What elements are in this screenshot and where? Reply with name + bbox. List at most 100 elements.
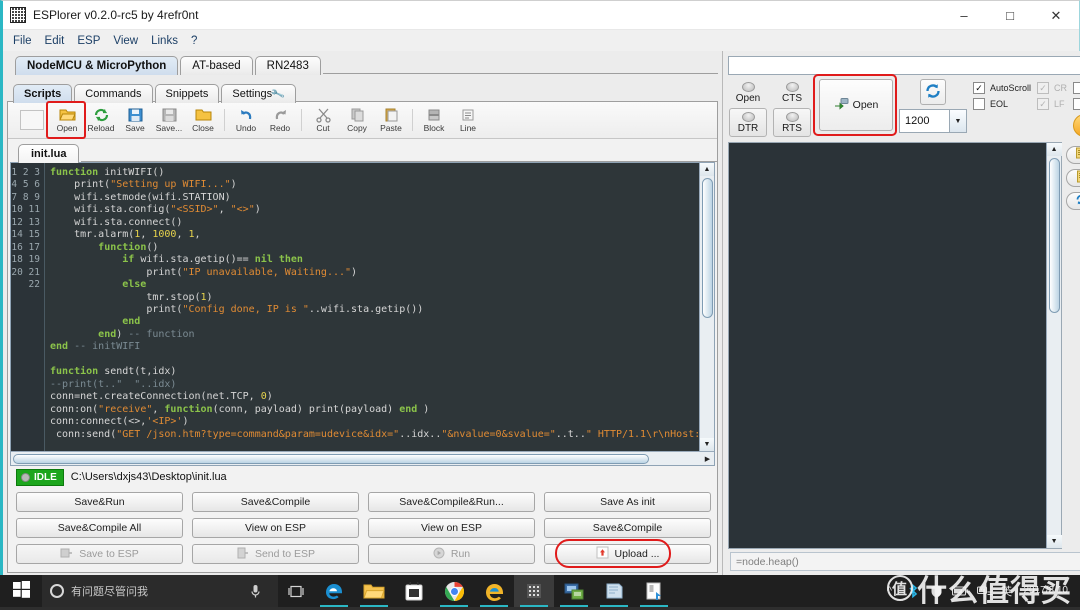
- toolbar-copy[interactable]: Copy: [340, 103, 374, 138]
- toolbar-reload[interactable]: Reload: [84, 103, 118, 138]
- tab-scripts[interactable]: Scripts: [13, 84, 72, 103]
- menu-file[interactable]: File: [13, 35, 32, 47]
- toolbar-cut[interactable]: Cut: [306, 103, 340, 138]
- serial-port-select[interactable]: ▼: [728, 56, 1080, 75]
- microphone-icon[interactable]: [240, 575, 270, 607]
- menu-view[interactable]: View: [113, 35, 138, 47]
- format-button[interactable]: Format: [1066, 146, 1080, 164]
- taskbar-app-notepad[interactable]: [594, 575, 634, 607]
- fs-info-button[interactable]: FS Info: [1066, 169, 1080, 187]
- terminal-scroll-up-arrow[interactable]: ▲: [1047, 143, 1062, 156]
- terminal-scroll-down-arrow[interactable]: ▼: [1047, 535, 1062, 548]
- minimize-button[interactable]: –: [941, 1, 987, 30]
- window-title: ESPlorer v0.2.0-rc5 by 4refr0nt: [33, 8, 198, 22]
- autoscroll-checkbox[interactable]: ✓: [973, 82, 985, 94]
- toolbar-save-as[interactable]: Save...: [152, 103, 186, 138]
- scroll-up-arrow[interactable]: ▲: [700, 163, 715, 176]
- taskbar-app-esplorer[interactable]: [514, 575, 554, 607]
- hide-editor-checkbox-row[interactable]: Hide Editor: [1073, 82, 1080, 94]
- donate-button[interactable]: Donate: [1073, 114, 1080, 137]
- terminal-scroll-thumb[interactable]: [1049, 158, 1060, 313]
- close-button[interactable]: ✕: [1033, 1, 1079, 30]
- run-button[interactable]: Run: [368, 544, 535, 564]
- scroll-right-arrow[interactable]: ▶: [701, 452, 714, 466]
- taskbar-app-ie[interactable]: [474, 575, 514, 607]
- horizontal-scroll-thumb[interactable]: [13, 454, 649, 464]
- taskbar-app-chrome[interactable]: [434, 575, 474, 607]
- eol-checkbox-row[interactable]: EOL: [973, 98, 1031, 110]
- tab-rn2483[interactable]: RN2483: [255, 56, 321, 75]
- save-and-compile-button[interactable]: Save&Compile: [192, 492, 359, 512]
- tab-commands[interactable]: Commands: [74, 84, 152, 103]
- terminal-panel[interactable]: ▲ ▼: [728, 142, 1062, 549]
- bluetooth-icon[interactable]: [902, 575, 924, 607]
- baud-rate-select[interactable]: 1200 ▼: [899, 109, 967, 133]
- run-label: Run: [451, 548, 470, 560]
- rts-button[interactable]: RTS: [773, 108, 811, 137]
- esplorer-window: ESPlorer v0.2.0-rc5 by 4refr0nt – □ ✕ Fi…: [0, 0, 1080, 575]
- ime-indicator[interactable]: 英: [998, 575, 1016, 607]
- editor-horizontal-scrollbar[interactable]: ▶: [11, 451, 714, 465]
- chevron-up-icon[interactable]: ^: [880, 575, 900, 607]
- toolbar-undo[interactable]: Undo: [229, 103, 263, 138]
- terminal-vertical-scrollbar[interactable]: ▲ ▼: [1046, 143, 1061, 548]
- hide-editor-checkbox[interactable]: [1073, 82, 1080, 94]
- command-input[interactable]: =node.heap() ▼: [730, 552, 1080, 571]
- file-tab-init-lua[interactable]: init.lua: [18, 144, 79, 163]
- reload-fs-button[interactable]: Reload: [1066, 192, 1080, 210]
- tab-at-based[interactable]: AT-based: [180, 56, 252, 75]
- taskbar-app-archive[interactable]: [634, 575, 674, 607]
- battery-icon[interactable]: [950, 575, 972, 607]
- open-port-button[interactable]: Open: [819, 79, 893, 131]
- editor-vertical-scrollbar[interactable]: ▲ ▼: [699, 163, 714, 451]
- save-compile-all-button[interactable]: Save&Compile All: [16, 518, 183, 538]
- autoscroll-checkbox-row[interactable]: ✓ AutoScroll: [973, 82, 1031, 94]
- save-compile-button-2[interactable]: Save&Compile: [544, 518, 711, 538]
- save-as-init-button[interactable]: Save As init: [544, 492, 711, 512]
- upload-button[interactable]: Upload ...: [544, 544, 711, 564]
- toolbar-block[interactable]: Block: [417, 103, 451, 138]
- start-button[interactable]: [0, 575, 42, 607]
- save-to-esp-button[interactable]: Save to ESP: [16, 544, 183, 564]
- menu-help[interactable]: ?: [191, 35, 197, 47]
- code-editor[interactable]: 1 2 3 4 5 6 7 8 9 10 11 12 13 14 15 16 1…: [10, 162, 715, 466]
- toolbar-paste[interactable]: Paste: [374, 103, 408, 138]
- cortana-search-box[interactable]: 有问题尽管问我: [42, 575, 278, 607]
- taskbar-app-store[interactable]: [394, 575, 434, 607]
- network-icon[interactable]: [974, 575, 996, 607]
- code-text-area[interactable]: function initWIFI() print("Setting up WI…: [45, 163, 699, 451]
- toolbar-open[interactable]: Open: [50, 103, 84, 138]
- toolbar-line[interactable]: Line: [451, 103, 485, 138]
- eol-checkbox[interactable]: [973, 98, 985, 110]
- tab-settings[interactable]: Settings🔧: [221, 84, 295, 103]
- maximize-button[interactable]: □: [987, 1, 1033, 30]
- baud-chevron-down-icon[interactable]: ▼: [949, 110, 966, 132]
- task-view-icon[interactable]: [278, 575, 314, 607]
- vertical-scroll-thumb[interactable]: [702, 178, 713, 318]
- taskbar-app-explorer[interactable]: [354, 575, 394, 607]
- taskbar-app-remote-pc[interactable]: [554, 575, 594, 607]
- menu-esp[interactable]: ESP: [77, 35, 100, 47]
- save-and-run-button[interactable]: Save&Run: [16, 492, 183, 512]
- scroll-down-arrow[interactable]: ▼: [700, 438, 715, 451]
- save-compile-run-button[interactable]: Save&Compile&Run...: [368, 492, 535, 512]
- refresh-ports-button[interactable]: [920, 79, 946, 105]
- new-file-button[interactable]: [20, 110, 44, 130]
- tab-nodemcu-micropython[interactable]: NodeMCU & MicroPython: [15, 56, 178, 75]
- toolbar-redo[interactable]: Redo: [263, 103, 297, 138]
- taskbar-clock[interactable]: 2017/3/10: [1018, 585, 1075, 597]
- taskbar-app-edge[interactable]: [314, 575, 354, 607]
- tab-snippets[interactable]: Snippets: [155, 84, 220, 103]
- shield-icon[interactable]: [926, 575, 948, 607]
- toolbar-close[interactable]: Close: [186, 103, 220, 138]
- hide-terminal-checkbox-row[interactable]: Hide Terminal: [1073, 98, 1080, 110]
- dtr-button[interactable]: DTR: [729, 108, 767, 137]
- menu-edit[interactable]: Edit: [45, 35, 65, 47]
- hide-terminal-checkbox[interactable]: [1073, 98, 1080, 110]
- view-on-esp-button-2[interactable]: View on ESP: [368, 518, 535, 538]
- toolbar-save[interactable]: Save: [118, 103, 152, 138]
- menu-links[interactable]: Links: [151, 35, 178, 47]
- view-on-esp-button-1[interactable]: View on ESP: [192, 518, 359, 538]
- send-to-esp-button[interactable]: Send to ESP: [192, 544, 359, 564]
- rts-led-icon: [786, 112, 799, 122]
